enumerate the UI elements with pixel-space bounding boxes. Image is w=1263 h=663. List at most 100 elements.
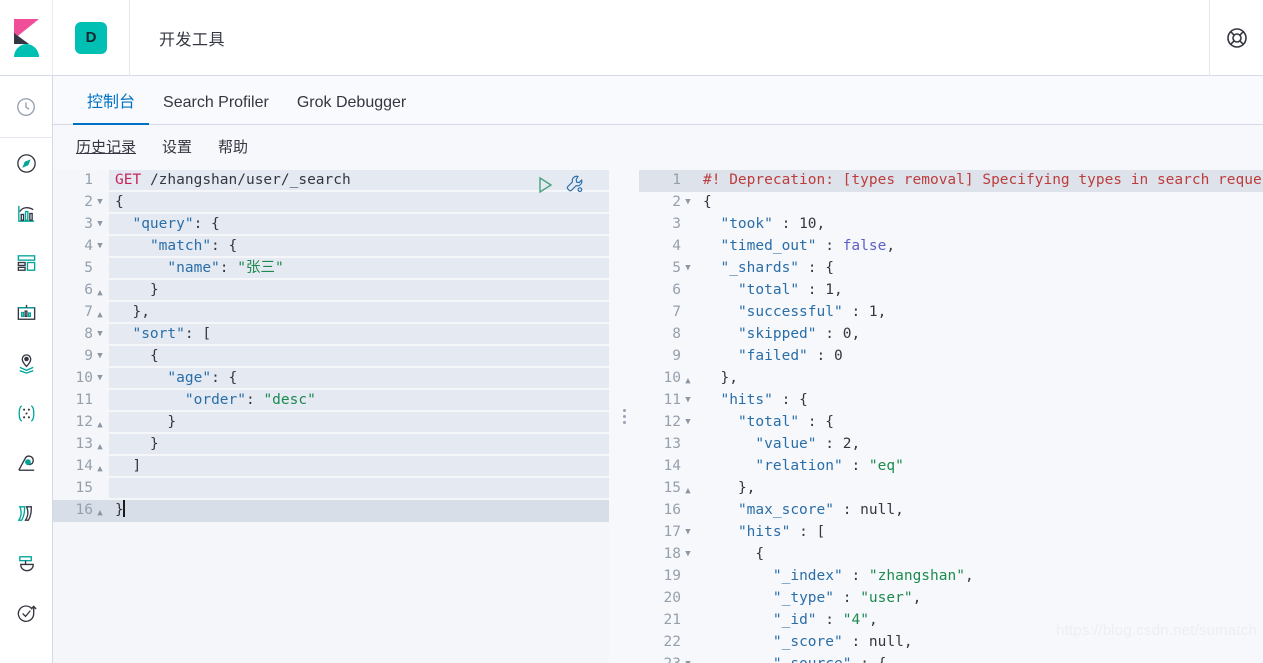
editor-line[interactable]: 18 ▼ { — [639, 544, 1263, 566]
sidebar-item-maps[interactable] — [0, 338, 53, 388]
fold-arrow-icon[interactable]: ▼ — [683, 412, 693, 432]
logs-stack-icon — [17, 505, 32, 521]
console-toolbar: 历史记录 设置 帮助 — [53, 125, 1263, 170]
editor-line[interactable]: 4 ▼ "match": { — [53, 236, 609, 258]
fold-arrow-icon[interactable]: ▲ — [95, 415, 105, 435]
kibana-logo-button[interactable] — [0, 0, 53, 76]
fold-arrow-icon[interactable]: ▼ — [95, 192, 105, 212]
line-content: "sort": [ — [109, 324, 609, 344]
fold-arrow-icon[interactable]: ▲ — [95, 459, 105, 479]
editor-line[interactable]: 14 ▲ ] — [53, 456, 609, 478]
editor-line[interactable]: 7 ▲ }, — [53, 302, 609, 324]
line-number: 17 ▼ — [639, 522, 697, 544]
tab-search-profiler[interactable]: Search Profiler — [149, 95, 283, 124]
editor-line[interactable]: 13 ▲ } — [53, 434, 609, 456]
request-editor[interactable]: 1 GET /zhangshan/user/_search 2 ▼{3 ▼ "quer… — [53, 170, 609, 663]
editor-line[interactable]: 11 ▼ "hits" : { — [639, 390, 1263, 412]
fold-arrow-icon[interactable]: ▲ — [95, 503, 105, 523]
sidebar-item-uptime[interactable] — [0, 588, 53, 638]
sidebar-item-machine-learning[interactable] — [0, 388, 53, 438]
editor-line[interactable]: 16 "max_score" : null, — [639, 500, 1263, 522]
panel-resize-handle[interactable] — [609, 170, 639, 663]
editor-line[interactable]: 5 "name": "张三" — [53, 258, 609, 280]
editor-line[interactable]: 17 ▼ "hits" : [ — [639, 522, 1263, 544]
line-content: "_type" : "user", — [697, 588, 1263, 608]
editor-line[interactable]: 2 ▼{ — [53, 192, 609, 214]
editor-line[interactable]: 3 "took" : 10, — [639, 214, 1263, 236]
line-content: "total" : { — [697, 412, 1263, 432]
editor-line[interactable]: 19 "_index" : "zhangshan", — [639, 566, 1263, 588]
editor-line[interactable]: 13 "value" : 2, — [639, 434, 1263, 456]
editor-line[interactable]: 12 ▼ "total" : { — [639, 412, 1263, 434]
editor-line[interactable]: 9 "failed" : 0 — [639, 346, 1263, 368]
editor-line[interactable]: 12 ▲ } — [53, 412, 609, 434]
line-number: 3 — [639, 214, 697, 236]
editor-line[interactable]: 8 ▼ "sort": [ — [53, 324, 609, 346]
sidebar-item-metrics[interactable] — [0, 538, 53, 588]
editor-line[interactable]: 16 ▲} — [53, 500, 609, 522]
sidebar-item-graph[interactable] — [0, 438, 53, 488]
dev-tools-tabs: 控制台 Search Profiler Grok Debugger — [53, 76, 1263, 125]
help-menu-button[interactable] — [1209, 0, 1263, 76]
sidebar-item-logs[interactable] — [0, 488, 53, 538]
fold-arrow-icon[interactable]: ▼ — [683, 390, 693, 410]
editor-line[interactable]: 15 — [53, 478, 609, 500]
editor-line[interactable]: 8 "skipped" : 0, — [639, 324, 1263, 346]
line-number: 6 ▲ — [53, 280, 109, 302]
fold-arrow-icon[interactable]: ▲ — [95, 283, 105, 303]
editor-line[interactable]: 14 "relation" : "eq" — [639, 456, 1263, 478]
tab-grok-debugger[interactable]: Grok Debugger — [283, 95, 420, 124]
editor-line[interactable]: 7 "successful" : 1, — [639, 302, 1263, 324]
sidebar-item-discover[interactable] — [0, 138, 53, 188]
line-number: 10 ▲ — [639, 368, 697, 390]
fold-arrow-icon[interactable]: ▼ — [683, 258, 693, 278]
wrench-open-documentation-icon[interactable] — [565, 174, 586, 195]
lifebuoy-help-icon — [1226, 27, 1247, 48]
editor-line[interactable]: 4 "timed_out" : false, — [639, 236, 1263, 258]
editor-line[interactable]: 6 "total" : 1, — [639, 280, 1263, 302]
editor-line[interactable]: 9 ▼ { — [53, 346, 609, 368]
editor-line[interactable]: 6 ▲ } — [53, 280, 609, 302]
fold-arrow-icon[interactable]: ▲ — [95, 305, 105, 325]
editor-line[interactable]: 23▼ "_source" : { — [639, 654, 1263, 663]
editor-line[interactable]: 15 ▲ }, — [639, 478, 1263, 500]
sidebar-item-dashboard[interactable] — [0, 238, 53, 288]
fold-arrow-icon[interactable]: ▲ — [683, 481, 693, 501]
fold-arrow-icon[interactable]: ▼ — [683, 654, 693, 663]
fold-arrow-icon[interactable]: ▲ — [683, 371, 693, 391]
history-link[interactable]: 历史记录 — [76, 140, 136, 155]
editor-line[interactable]: 22 "_score" : null, — [639, 632, 1263, 654]
recently-viewed-button[interactable] — [0, 76, 53, 138]
editor-line[interactable]: 1 #! Deprecation: [types removal] Specif… — [639, 170, 1263, 192]
settings-link[interactable]: 设置 — [162, 140, 192, 155]
fold-arrow-icon[interactable]: ▼ — [683, 192, 693, 212]
response-editor[interactable]: 1 #! Deprecation: [types removal] Specif… — [639, 170, 1263, 663]
tab-console[interactable]: 控制台 — [73, 95, 150, 125]
editor-line[interactable]: 3 ▼ "query": { — [53, 214, 609, 236]
fold-arrow-icon[interactable]: ▼ — [95, 236, 105, 256]
canvas-presentation-icon — [17, 304, 35, 320]
editor-line[interactable]: 2 ▼{ — [639, 192, 1263, 214]
sidebar-item-canvas[interactable] — [0, 288, 53, 338]
fold-arrow-icon[interactable]: ▲ — [95, 437, 105, 457]
sidebar-item-visualize[interactable] — [0, 188, 53, 238]
play-send-request-icon[interactable] — [535, 175, 555, 195]
fold-arrow-icon[interactable]: ▼ — [683, 522, 693, 542]
help-link[interactable]: 帮助 — [218, 140, 248, 155]
fold-arrow-icon[interactable]: ▼ — [95, 214, 105, 234]
line-number: 1 — [53, 170, 109, 192]
fold-arrow-icon[interactable]: ▼ — [683, 544, 693, 564]
editor-line[interactable]: 1 GET /zhangshan/user/_search — [53, 170, 609, 192]
editor-line[interactable]: 21 "_id" : "4", — [639, 610, 1263, 632]
editor-line[interactable]: 5 ▼ "_shards" : { — [639, 258, 1263, 280]
editor-line[interactable]: 11 "order": "desc" — [53, 390, 609, 412]
editor-line[interactable]: 10 ▲ }, — [639, 368, 1263, 390]
fold-arrow-icon[interactable]: ▼ — [95, 346, 105, 366]
editor-line[interactable]: 20 "_type" : "user", — [639, 588, 1263, 610]
editor-line[interactable]: 10 ▼ "age": { — [53, 368, 609, 390]
line-content: "_id" : "4", — [697, 610, 1263, 630]
fold-arrow-icon[interactable]: ▼ — [95, 324, 105, 344]
fold-arrow-icon[interactable]: ▼ — [95, 368, 105, 388]
